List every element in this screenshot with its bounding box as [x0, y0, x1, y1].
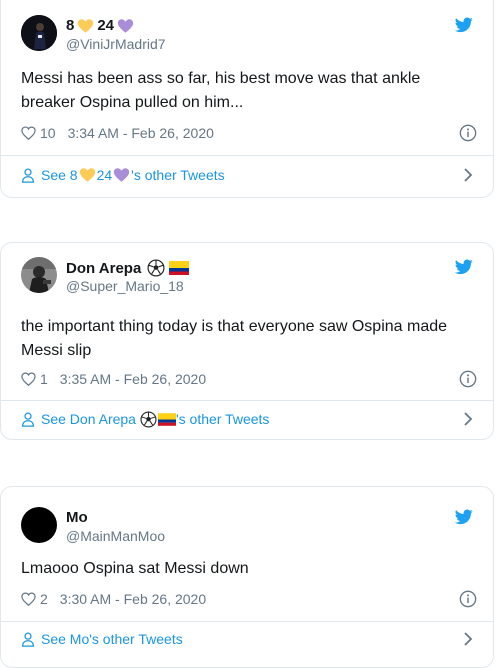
twitter-bird-icon[interactable]	[455, 509, 473, 525]
tweet-header: Mo @MainManMoo	[21, 507, 477, 549]
info-icon[interactable]	[459, 590, 477, 608]
timestamp[interactable]: 3:35 AM - Feb 26, 2020	[60, 371, 206, 387]
tweet-card-1: 8 24 @ViniJrMadrid7 Messi has been ass s…	[0, 0, 494, 198]
avatar[interactable]	[21, 257, 57, 293]
heart-icon[interactable]	[21, 126, 36, 140]
tweet-header: 8 24 @ViniJrMadrid7	[21, 15, 477, 57]
person-icon	[21, 168, 35, 183]
info-icon[interactable]	[459, 124, 477, 142]
tweet-header: Don Arepa @Super_Mario_18	[21, 257, 477, 299]
name-text: Mo	[66, 509, 88, 526]
footer-text-suffix: 's other Tweets	[175, 411, 270, 427]
person-icon	[21, 632, 35, 647]
handle[interactable]: @ViniJrMadrid7	[66, 36, 166, 52]
divider	[1, 621, 493, 622]
handle[interactable]: @Super_Mario_18	[66, 278, 184, 294]
like-count[interactable]: 2	[40, 591, 48, 607]
divider	[1, 400, 493, 401]
colombia-flag-emoji	[157, 412, 176, 426]
footer-text: See Mo's other Tweets	[41, 631, 183, 647]
yellow-heart-emoji	[78, 18, 94, 33]
tweet-card-3: Mo @MainManMoo Lmaooo Ospina sat Messi d…	[0, 486, 494, 668]
display-name[interactable]: Don Arepa	[66, 259, 190, 277]
timestamp[interactable]: 3:34 AM - Feb 26, 2020	[68, 125, 214, 141]
see-other-tweets-link[interactable]: See Don Arepa 's other Tweets	[21, 407, 477, 431]
footer-text-mid: 24	[96, 167, 113, 183]
person-icon	[21, 412, 35, 427]
avatar[interactable]	[21, 507, 57, 543]
colombia-flag-emoji	[169, 261, 190, 275]
tweet-text: the important thing today is that everyo…	[21, 318, 448, 359]
handle[interactable]: @MainManMoo	[66, 528, 165, 544]
like-count[interactable]: 1	[40, 371, 48, 387]
chevron-right-icon[interactable]	[463, 632, 473, 646]
chevron-right-icon[interactable]	[463, 412, 473, 426]
heart-icon[interactable]	[21, 372, 36, 386]
tweet-meta: 10 3:34 AM - Feb 26, 2020	[21, 123, 477, 143]
like-count[interactable]: 10	[40, 125, 56, 141]
tweet-card-2: Don Arepa @Super_Mario_18 the important …	[0, 242, 494, 440]
timestamp[interactable]: 3:30 AM - Feb 26, 2020	[60, 591, 206, 607]
tweet-text: Messi has been ass so far, his best move…	[21, 70, 421, 111]
soccer-ball-emoji	[140, 410, 157, 428]
heart-icon[interactable]	[21, 592, 36, 606]
purple-heart-emoji	[114, 168, 130, 182]
tweet-text: Lmaooo Ospina sat Messi down	[21, 560, 249, 577]
tweet-meta: 1 3:35 AM - Feb 26, 2020	[21, 369, 477, 389]
info-icon[interactable]	[459, 370, 477, 388]
name-part-1: 8	[66, 17, 75, 34]
name-part-2: 24	[97, 17, 115, 34]
footer-text-prefix: See Don Arepa	[41, 411, 136, 427]
yellow-heart-emoji	[79, 168, 95, 182]
tweet-meta: 2 3:30 AM - Feb 26, 2020	[21, 589, 477, 609]
chevron-right-icon[interactable]	[463, 168, 473, 182]
twitter-bird-icon[interactable]	[455, 17, 473, 33]
display-name[interactable]: Mo	[66, 509, 88, 526]
purple-heart-emoji	[117, 18, 134, 33]
avatar[interactable]	[21, 15, 57, 51]
twitter-bird-icon[interactable]	[455, 259, 473, 275]
see-other-tweets-link[interactable]: See Mo's other Tweets	[21, 627, 477, 651]
footer-text-prefix: See 8	[41, 167, 78, 183]
see-other-tweets-link[interactable]: See 8 24 's other Tweets	[21, 163, 477, 187]
soccer-ball-emoji	[147, 259, 165, 277]
divider	[1, 155, 493, 156]
display-name[interactable]: 8 24	[66, 17, 134, 34]
footer-text-suffix: 's other Tweets	[131, 167, 225, 183]
name-text: Don Arepa	[66, 259, 142, 277]
